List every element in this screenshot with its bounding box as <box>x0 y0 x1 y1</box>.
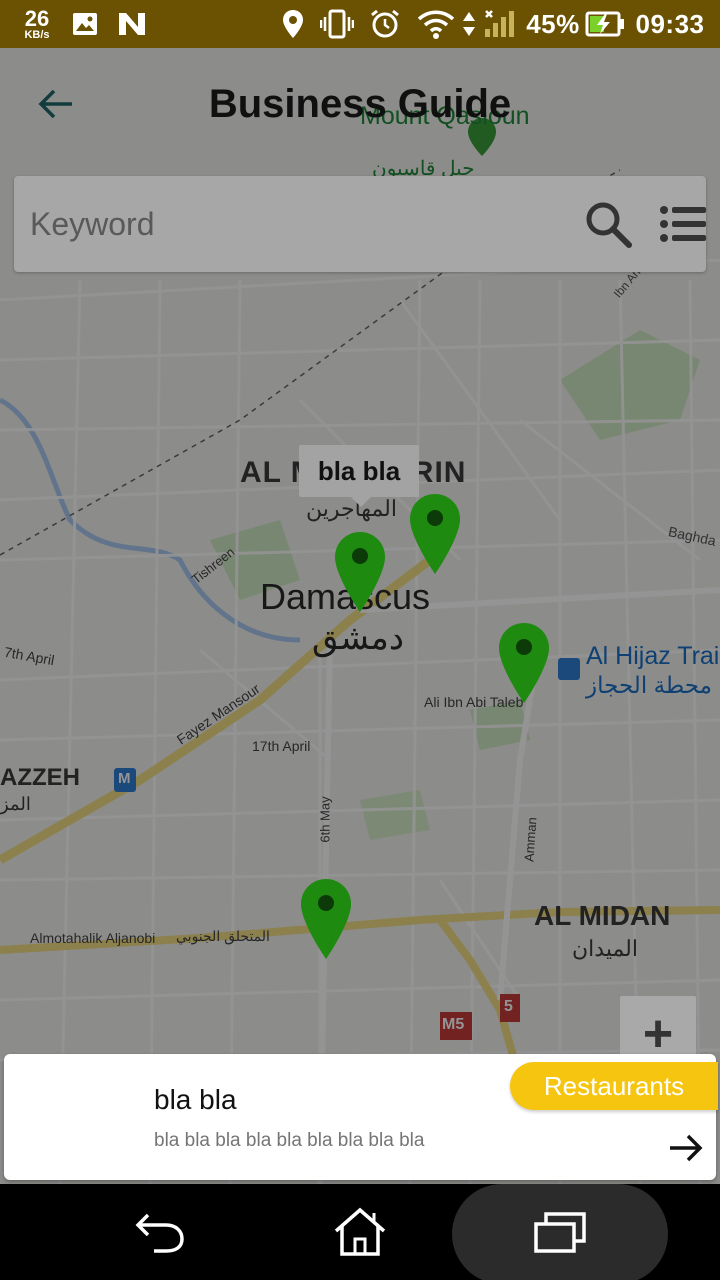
image-notification-icon <box>70 0 100 48</box>
location-icon <box>280 0 306 48</box>
business-description: bla bla bla bla bla bla bla bla bla <box>154 1130 425 1151</box>
map-marker-selected[interactable] <box>333 530 387 614</box>
data-arrows-icon <box>458 0 480 48</box>
business-card[interactable]: bla bla bla bla bla bla bla bla bla bla … <box>4 1054 718 1180</box>
arrow-forward-icon <box>670 1134 703 1162</box>
business-title: bla bla <box>154 1084 237 1115</box>
battery-percent: 45% <box>526 8 580 39</box>
network-speed-unit: KB/s <box>24 28 50 41</box>
list-view-button[interactable] <box>656 196 712 252</box>
page-title: Business Guide <box>208 82 512 126</box>
clock: 09:33 <box>635 8 705 39</box>
search-bar <box>14 176 706 272</box>
list-icon <box>660 206 706 242</box>
nav-back-button[interactable] <box>120 1184 200 1280</box>
marker-info-window[interactable]: bla bla <box>299 445 419 507</box>
n-notification-icon <box>116 0 148 48</box>
system-nav-bar <box>0 1184 720 1280</box>
vibrate-icon <box>320 0 354 48</box>
wifi-icon <box>416 0 456 48</box>
open-details-button[interactable] <box>658 1122 714 1174</box>
search-icon <box>586 202 632 248</box>
signal-icon <box>482 0 518 48</box>
nav-recents-icon <box>534 1212 586 1253</box>
map-marker[interactable] <box>497 621 551 705</box>
search-input[interactable] <box>30 194 550 254</box>
nav-recents-button[interactable] <box>520 1184 600 1280</box>
search-button[interactable] <box>580 196 636 252</box>
map-marker[interactable] <box>408 492 462 576</box>
status-bar: 26 KB/s 45% 09:33 <box>0 0 720 48</box>
nav-home-icon <box>334 1207 386 1256</box>
nav-home-button[interactable] <box>320 1184 400 1280</box>
battery-charging-icon <box>584 0 626 48</box>
alarm-icon <box>368 0 402 48</box>
network-speed-value: 26 <box>24 5 50 31</box>
nav-back-icon <box>135 1213 184 1253</box>
category-badge[interactable]: Restaurants <box>510 1062 718 1110</box>
network-speed: 26 KB/s <box>16 0 58 48</box>
map-marker[interactable] <box>299 877 353 961</box>
